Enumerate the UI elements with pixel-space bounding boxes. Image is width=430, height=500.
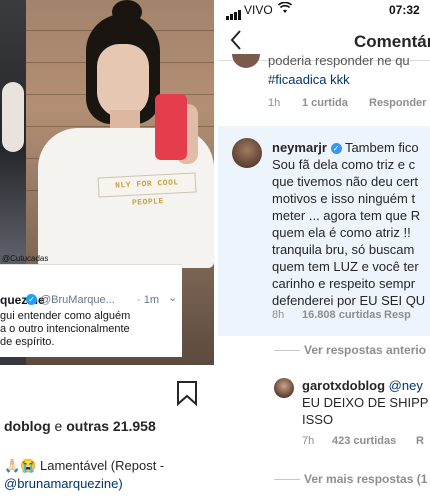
comment-line: carinho e respeito sempr (272, 276, 416, 291)
hashtag-link[interactable]: #ficaadica kkk (268, 72, 350, 88)
avatar[interactable] (274, 378, 294, 398)
comment-line: defenderei por EU SEI QU (272, 293, 426, 308)
bookmark-icon[interactable] (176, 380, 198, 406)
comment-line: ISSO (302, 412, 334, 427)
chevron-down-icon: ⌄ (168, 292, 178, 304)
reply-button[interactable]: R (416, 435, 424, 447)
comment-line: quem tem LUZ e você ter (272, 259, 419, 274)
comment-text: Tambem fico (344, 140, 419, 155)
likes-connector: e (50, 418, 67, 434)
status-bar: VIVO 07:32 (218, 0, 430, 22)
post-photo[interactable]: NLY FOR COOL PEOPLE @Cutucadas quezine ✓… (0, 0, 214, 365)
comment-username[interactable]: neymarjr (272, 140, 327, 155)
comment-line: quem ela é como atriz !! (272, 225, 411, 240)
verified-badge-icon: ✓ (330, 143, 342, 154)
caption-mention-link[interactable]: @brunamarquezine) (4, 476, 123, 491)
tweet-line: a o outro intencionalmente (0, 323, 130, 335)
comment-line: Sou fã dela como triz e c (272, 157, 416, 172)
view-more-replies-button[interactable]: Ver mais respostas (1 (304, 472, 427, 486)
status-time: 07:32 (389, 3, 420, 17)
verified-badge-icon: ✓ (26, 294, 37, 305)
carrier-name: VIVO (244, 3, 273, 17)
signal-strength-icon (226, 6, 242, 20)
tweet-author-name: quezine (0, 293, 45, 307)
comment-likes[interactable]: 423 curtidas (332, 435, 396, 447)
highlighted-comment: neymarjr ✓ Tambem fico Sou fã dela como … (218, 126, 430, 336)
comment-time: 8h (272, 309, 285, 321)
comment-time: 7h (302, 435, 315, 447)
view-previous-replies-button[interactable]: Ver respostas anterio (304, 343, 426, 357)
mention-link[interactable]: @ney (389, 378, 423, 393)
comment-time: 1h (268, 97, 281, 109)
comment-line: que tivemos não deu cert (272, 174, 418, 189)
chevron-left-icon[interactable] (228, 28, 244, 52)
red-phone (155, 94, 187, 160)
replies-divider-line (274, 479, 300, 480)
tweet-line: gui entender como alguém (0, 310, 131, 322)
comment-likes[interactable]: 16.808 curtidas (302, 309, 382, 321)
reply-button[interactable]: Resp (384, 309, 411, 321)
photo-watermark: @Cutucadas (2, 254, 49, 263)
page-title: Comentár (354, 32, 430, 51)
replies-divider-line (274, 350, 300, 351)
avatar[interactable] (232, 138, 262, 168)
comment-line: tranquila bru, só buscam (272, 242, 415, 257)
post-action-bar (0, 370, 214, 410)
wifi-icon (278, 2, 292, 13)
comment-likes[interactable]: 1 curtida (302, 97, 348, 109)
comment-first-line: neymarjr ✓ Tambem fico (272, 140, 419, 156)
tweet-handle: @BruMarque... (40, 294, 115, 306)
likes-user[interactable]: doblog (4, 418, 51, 434)
tweet-overlay: quezine ✓ @BruMarque... · 1m ⌄ gui enten… (0, 264, 182, 357)
reply-first-line: garotxdoblog @ney (302, 378, 423, 394)
comment-username[interactable]: garotxdoblog (302, 378, 385, 393)
comment-line: motivos e isso ninguém t (272, 191, 416, 206)
reply-button[interactable]: Responder (369, 97, 426, 109)
post-caption: 🙏🏻😭 Lamentável (Repost - (4, 458, 165, 473)
likes-count[interactable]: outras 21.958 (66, 418, 156, 434)
photo-hair-bun (112, 0, 142, 24)
comment-text: poderia responder ne qu (268, 53, 410, 68)
likes-summary[interactable]: doblog e outras 21.958 (4, 418, 156, 434)
tweet-time: · 1m (137, 294, 159, 306)
comment-line: EU DEIXO DE SHIPP (302, 395, 429, 410)
tweet-text: gui entender como alguém a o outro inten… (0, 310, 180, 349)
comments-screen: VIVO 07:32 Comentár poderia responder ne… (218, 0, 430, 500)
instagram-post-panel: NLY FOR COOL PEOPLE @Cutucadas quezine ✓… (0, 0, 214, 500)
tweet-line: de espírito. (0, 336, 55, 348)
comment-line: meter ... agora tem que R (272, 208, 421, 223)
avatar[interactable] (232, 54, 260, 68)
photo-face (97, 44, 149, 118)
